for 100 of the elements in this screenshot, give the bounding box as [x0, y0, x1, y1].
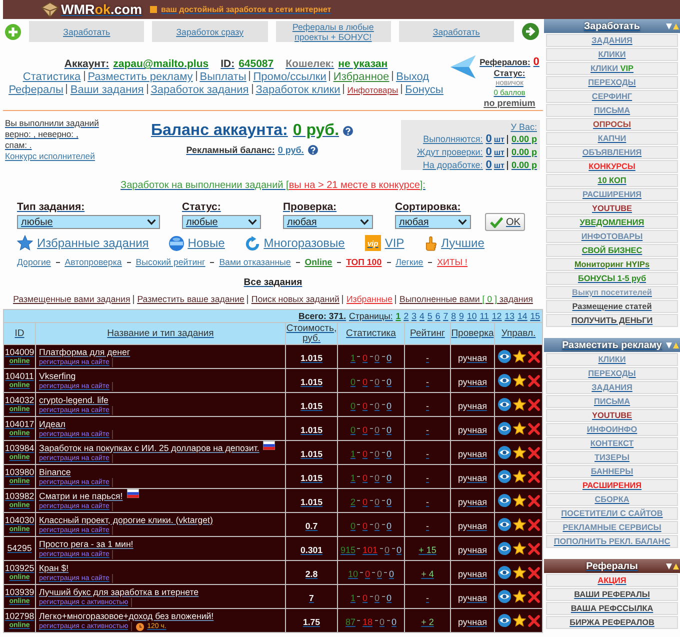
nav-link[interactable]: Выход [396, 71, 430, 83]
cross-icon[interactable] [528, 350, 540, 362]
page-link[interactable]: 1 [396, 311, 401, 321]
select-field[interactable]: любые [17, 215, 160, 229]
menu-item[interactable]: УВЕДОМЛЕНИЯ [546, 216, 678, 229]
menu-item[interactable]: ПОПОЛНИТЬ РЕКЛ. БАЛАНС [546, 535, 678, 548]
menu-item[interactable]: ВАШИ РЕФЕРАЛЫ [546, 588, 678, 601]
star-icon[interactable] [512, 590, 526, 603]
cross-icon[interactable] [528, 494, 540, 506]
cross-icon[interactable] [528, 398, 540, 410]
nav-link[interactable]: Заработок задания [150, 84, 249, 96]
select-field[interactable]: любые [182, 215, 261, 229]
menu-item[interactable]: БОНУСЫ 1-5 руб [546, 272, 678, 285]
task-filter-link[interactable]: Поиск новых заданий [251, 293, 340, 305]
page-link[interactable]: 8 [451, 311, 456, 321]
page-link[interactable]: 12 [492, 311, 502, 321]
page-link[interactable]: 4 [420, 311, 424, 321]
premium-link[interactable]: no premium [484, 98, 536, 109]
star-icon[interactable] [512, 446, 526, 459]
menu-item[interactable]: ПОЛУЧИТЬ ДЕНЬГИ [546, 314, 678, 327]
page-link[interactable]: 10 [466, 311, 477, 321]
star-icon[interactable] [512, 518, 526, 531]
cross-icon[interactable] [528, 446, 540, 458]
counter-link[interactable]: Ждут проверки: [417, 146, 483, 158]
menu-item[interactable]: YOUTUBE [546, 409, 678, 422]
task-title-link[interactable]: Кран $! [39, 562, 69, 574]
counters-link[interactable]: У Вас: [510, 121, 537, 133]
menu-item[interactable]: БИРЖА РЕФЕРАЛОВ [546, 616, 678, 629]
collapse-icon[interactable] [666, 342, 679, 348]
menu-item[interactable]: Мониторинг HYIPs [546, 258, 678, 271]
menu-item[interactable]: ПИСЬМА [546, 104, 678, 117]
star-icon[interactable] [512, 422, 526, 435]
task-title-link[interactable]: Заработок на покупках с ИИ. 25 долларов на депозит. [39, 442, 260, 454]
star-icon[interactable] [512, 470, 526, 483]
menu-item[interactable]: ПЕРЕХОДЫ [546, 76, 678, 89]
cross-icon[interactable] [528, 374, 540, 386]
nav-link[interactable]: Ваши задания [70, 84, 144, 96]
menu-item[interactable]: ПИСЬМА [546, 395, 678, 408]
eye-icon[interactable] [498, 494, 511, 507]
filter-link[interactable]: Автопроверка [64, 256, 122, 268]
arrow-right-icon[interactable] [522, 23, 539, 40]
menu-item[interactable]: СБОРКА [546, 493, 678, 506]
page-link[interactable]: 5 [427, 311, 432, 321]
eye-icon[interactable] [498, 542, 511, 555]
cross-icon[interactable] [528, 590, 540, 602]
menu-item[interactable]: Размещение статей [546, 300, 678, 313]
menu-item[interactable]: АКЦИЯ [546, 574, 678, 587]
help-icon[interactable] [308, 145, 318, 155]
eye-icon[interactable] [498, 566, 511, 579]
quick-link[interactable]: Избранные задания [37, 236, 149, 250]
menu-item[interactable]: КЛИКИ [546, 48, 678, 61]
select-field[interactable]: любая [283, 215, 373, 229]
menu-item[interactable]: КОНКУРСЫ [546, 160, 678, 173]
quick-link[interactable]: VIP [384, 236, 404, 250]
ok-button[interactable]: OK [485, 213, 526, 231]
quick-link[interactable]: Лучшие [441, 236, 484, 250]
task-filter-link[interactable]: Избранные [346, 293, 392, 305]
menu-item[interactable]: YOUTUBE [546, 202, 678, 215]
menu-item[interactable]: ПЕРЕХОДЫ [546, 367, 678, 380]
star-icon[interactable] [512, 614, 526, 627]
menu-item[interactable]: ЗАДАНИЯ [546, 34, 678, 47]
menu-item[interactable]: СЕРФИНГ [546, 90, 678, 103]
star-icon[interactable] [512, 566, 526, 579]
page-link[interactable]: 13 [504, 311, 514, 321]
page-link[interactable]: 9 [459, 311, 464, 321]
filter-link[interactable]: Online [304, 256, 332, 268]
nav-link[interactable]: Промо/ссылки [253, 71, 326, 83]
cross-icon[interactable] [528, 566, 540, 578]
filter-link[interactable]: Легкие [396, 256, 424, 268]
select-field[interactable]: любая [395, 215, 471, 229]
menu-item[interactable]: 10 КОП [546, 174, 678, 187]
filter-link[interactable]: Дорогие [17, 256, 51, 268]
eye-icon[interactable] [498, 350, 511, 363]
eye-icon[interactable] [498, 518, 511, 531]
promo-link[interactable]: Заработок сразу [152, 21, 268, 42]
eye-icon[interactable] [498, 422, 511, 435]
menu-item[interactable]: КОНТЕКСТ [546, 437, 678, 450]
nav-link[interactable]: Выплаты [200, 71, 246, 83]
menu-item[interactable]: РАСШИРЕНИЯ [546, 479, 678, 492]
page-link[interactable]: 3 [412, 311, 416, 321]
menu-item[interactable]: КЛИКИ [546, 353, 678, 366]
task-title-link[interactable]: Платформа для денег [39, 346, 130, 358]
nav-link[interactable]: Рефералы [8, 84, 64, 96]
task-title-link[interactable]: Классный проект, дорогие клики. (vktarget) [39, 514, 213, 526]
help-icon[interactable] [343, 126, 354, 136]
cross-icon[interactable] [528, 422, 540, 434]
filter-link[interactable]: ТОП 100 [346, 256, 382, 268]
task-filter-link[interactable]: Разместить ваше задание [137, 293, 244, 305]
hand-icon[interactable] [424, 236, 438, 250]
star-icon[interactable] [512, 350, 526, 363]
ad-balance-link[interactable]: 0 руб. [278, 144, 304, 156]
filter-link[interactable]: Вами отказанные [219, 256, 291, 268]
task-title-link[interactable]: Binance [39, 466, 71, 478]
cross-icon[interactable] [528, 470, 540, 482]
page-link[interactable]: 15 [530, 311, 540, 321]
filter-link[interactable]: Высокий рейтинг [136, 256, 206, 268]
task-filter-link[interactable]: Выполненные вами [ 0 ] задания [399, 293, 533, 305]
star-icon[interactable] [512, 494, 526, 507]
menu-item[interactable]: Выкуп посетителей [546, 286, 678, 299]
left-arrow-icon[interactable] [450, 55, 476, 79]
